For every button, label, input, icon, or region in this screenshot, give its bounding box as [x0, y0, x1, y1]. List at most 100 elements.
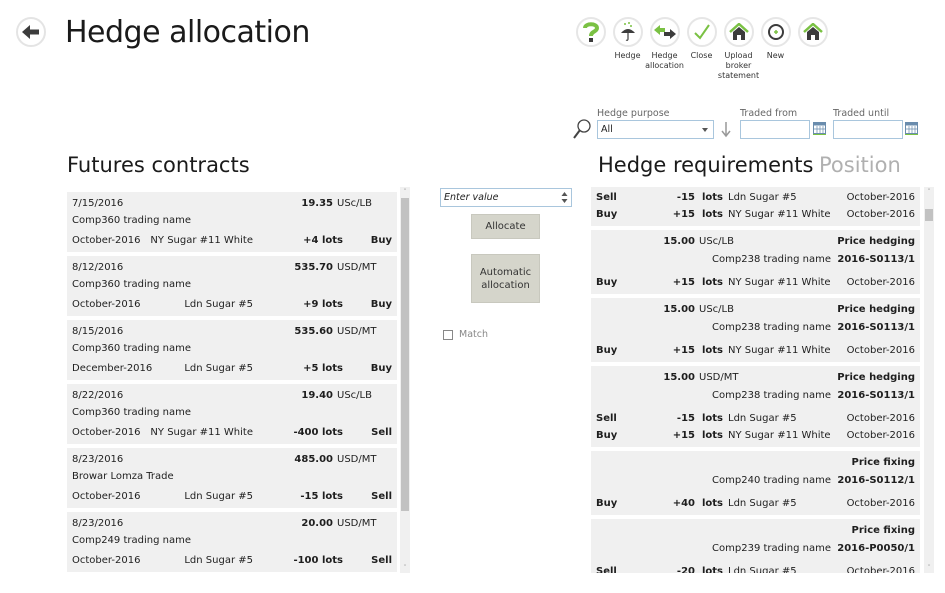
- page-title: Hedge allocation: [65, 15, 310, 50]
- leg-lots: -20 lots: [676, 566, 723, 573]
- hedge-requirement-card[interactable]: 15.00 USD/MT Price hedging Comp238 trading …: [591, 366, 920, 447]
- trade-side: Sell: [371, 491, 392, 502]
- price: 15.00: [663, 236, 695, 247]
- hedge-requirement-card[interactable]: Price fixing Comp240 trading name 2016-S01…: [591, 451, 920, 515]
- calendar-icon[interactable]: [813, 122, 826, 135]
- hedge-requirement-card[interactable]: Price fixing Comp239 trading name 2016-P00…: [591, 519, 920, 573]
- hedge-requirement-card[interactable]: Sell -15 lots Ldn Sugar #5 October-2016 Buy +…: [591, 187, 920, 226]
- checkbox-icon: [443, 329, 453, 340]
- company-name: Comp249 trading name: [72, 535, 191, 546]
- trade-date: 8/22/2016: [72, 390, 124, 401]
- price: 19.40: [301, 390, 333, 401]
- spinner-icon[interactable]: [561, 191, 568, 204]
- scrollbar-thumb[interactable]: [401, 198, 409, 511]
- delivery-month: October-2016: [72, 299, 141, 310]
- trade-date: 7/15/2016: [72, 198, 124, 209]
- trade-date: 8/23/2016: [72, 454, 124, 465]
- price: 485.00: [294, 454, 333, 465]
- leg-lots: -15 lots: [676, 192, 723, 203]
- price: 19.35: [301, 198, 333, 209]
- leg-side: Buy: [596, 277, 618, 288]
- search-icon[interactable]: [572, 118, 592, 140]
- hedge-purpose-label: Hedge purpose: [597, 108, 670, 119]
- trade-side: Sell: [371, 555, 392, 566]
- leg-commodity: NY Sugar #11 White: [728, 209, 831, 220]
- futures-contract-card[interactable]: 8/12/2016 535.70 USD/MT Comp360 trading nam…: [67, 256, 397, 316]
- company-name: Comp240 trading name: [712, 475, 831, 486]
- futures-contract-card[interactable]: 8/22/2016 19.40 USc/LB Comp360 trading name…: [67, 384, 397, 444]
- company-name: Comp238 trading name: [712, 322, 831, 333]
- price-unit: USc/LB: [699, 304, 734, 315]
- leg-month: October-2016: [846, 192, 915, 203]
- scroll-up-icon[interactable]: ˄: [400, 187, 410, 197]
- new-button[interactable]: New: [757, 17, 794, 81]
- hedge-purpose-select[interactable]: All: [597, 120, 714, 139]
- scroll-down-icon[interactable]: ˅: [400, 563, 410, 573]
- trade-date: 8/12/2016: [72, 262, 124, 273]
- leg-lots: +15 lots: [672, 277, 723, 288]
- help-button[interactable]: [572, 17, 609, 81]
- leg-month: October-2016: [846, 209, 915, 220]
- price-unit: USD/MT: [337, 454, 377, 465]
- futures-contract-card[interactable]: 8/15/2016 535.60 USD/MT Comp360 trading nam…: [67, 320, 397, 380]
- leg-side: Sell: [596, 566, 617, 573]
- allocate-button[interactable]: Allocate: [471, 214, 540, 239]
- reference-number: 2016-S0113/1: [837, 390, 915, 401]
- leg-month: October-2016: [846, 498, 915, 509]
- leg-month: October-2016: [846, 566, 915, 573]
- home-icon: [802, 23, 823, 40]
- scroll-up-icon[interactable]: ˄: [924, 187, 934, 197]
- price: 15.00: [663, 372, 695, 383]
- hedge-requirement-card[interactable]: 15.00 USc/LB Price hedging Comp238 trading …: [591, 230, 920, 294]
- allocation-value-input[interactable]: Enter value: [440, 188, 572, 207]
- delivery-month: October-2016: [72, 491, 141, 502]
- futures-contracts-title: Futures contracts: [67, 153, 250, 177]
- help-icon: [582, 22, 599, 42]
- reference-number: 2016-S0113/1: [837, 254, 915, 265]
- scrollbar-thumb[interactable]: [925, 209, 933, 221]
- price: 535.60: [294, 326, 333, 337]
- traded-until-input[interactable]: [833, 120, 903, 139]
- hedge-allocation-button[interactable]: Hedge allocation: [645, 17, 684, 81]
- lots: -400 lots: [293, 427, 343, 438]
- hedge-type: Price hedging: [837, 236, 915, 247]
- commodity: NY Sugar #11 White: [150, 235, 253, 246]
- traded-from-input[interactable]: [740, 120, 810, 139]
- sort-down-icon[interactable]: [719, 121, 733, 138]
- tab-position[interactable]: Position: [819, 153, 901, 177]
- leg-side: Sell: [596, 413, 617, 424]
- calendar-icon[interactable]: [905, 122, 918, 135]
- futures-contract-card[interactable]: 7/15/2016 19.35 USc/LB Comp360 trading name…: [67, 192, 397, 252]
- match-checkbox[interactable]: Match: [443, 329, 488, 340]
- commodity: Ldn Sugar #5: [184, 491, 253, 502]
- trade-side: Buy: [370, 235, 392, 246]
- hedge-type: Price fixing: [851, 525, 915, 536]
- automatic-allocation-button[interactable]: Automatic allocation: [471, 254, 540, 303]
- upload-broker-statement-button[interactable]: Upload broker statement: [718, 17, 759, 81]
- leg-commodity: NY Sugar #11 White: [728, 430, 831, 441]
- futures-scrollbar[interactable]: ˄ ˅: [400, 187, 410, 573]
- futures-contract-card[interactable]: 8/23/2016 485.00 USD/MT Browar Lomza Trade O…: [67, 448, 397, 508]
- leg-commodity: Ldn Sugar #5: [728, 413, 797, 424]
- hedge-type: Price hedging: [837, 304, 915, 315]
- arrows-exchange-icon: [653, 25, 676, 39]
- reference-number: 2016-S0113/1: [837, 322, 915, 333]
- scroll-down-icon[interactable]: ˅: [924, 563, 934, 573]
- hedge-button[interactable]: Hedge: [609, 17, 646, 81]
- company-name: Comp360 trading name: [72, 215, 191, 226]
- price: 20.00: [301, 518, 333, 529]
- price-unit: USD/MT: [699, 372, 739, 383]
- back-button[interactable]: [16, 17, 46, 47]
- leg-side: Buy: [596, 430, 618, 441]
- hedge-requirement-card[interactable]: 15.00 USc/LB Price hedging Comp238 trading …: [591, 298, 920, 362]
- leg-side: Sell: [596, 192, 617, 203]
- requirements-scrollbar[interactable]: ˄ ˅: [924, 187, 934, 573]
- leg-month: October-2016: [846, 277, 915, 288]
- home-button[interactable]: [794, 17, 831, 81]
- futures-contract-card[interactable]: 8/23/2016 20.00 USD/MT Comp249 trading name…: [67, 512, 397, 572]
- lots: -15 lots: [300, 491, 343, 502]
- leg-commodity: Ldn Sugar #5: [728, 192, 797, 203]
- price-unit: USD/MT: [337, 326, 377, 337]
- trade-side: Buy: [370, 363, 392, 374]
- leg-commodity: NY Sugar #11 White: [728, 277, 831, 288]
